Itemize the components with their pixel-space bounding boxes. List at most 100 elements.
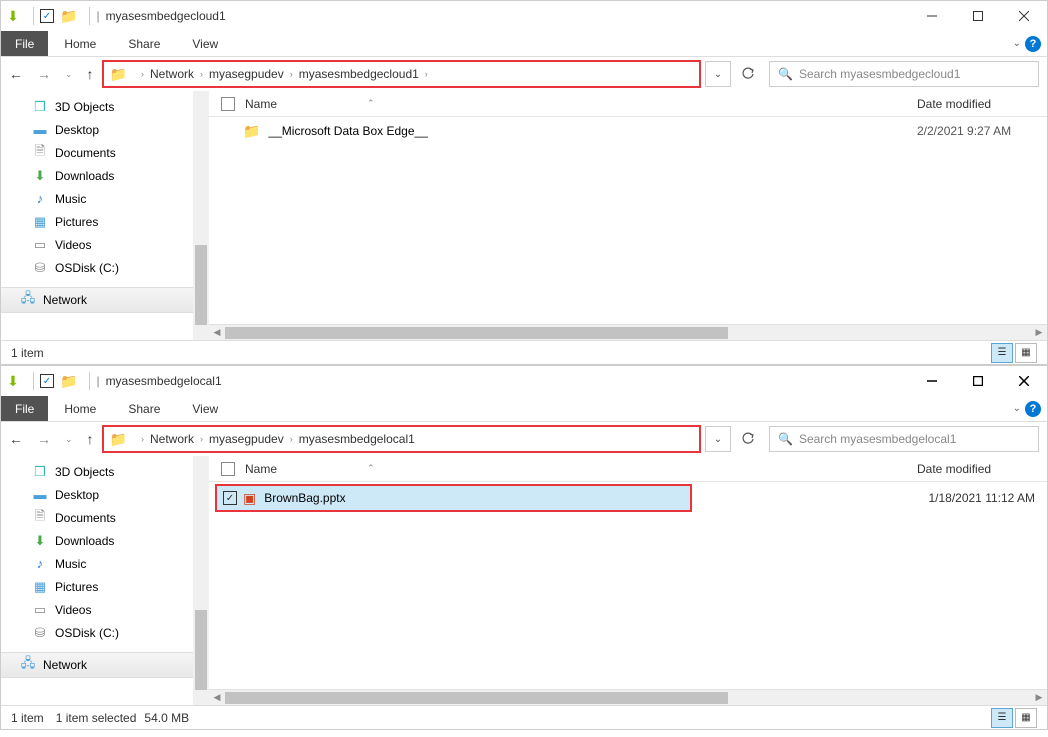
search-input[interactable]: 🔍 Search myasesmbedgecloud1 (769, 61, 1039, 87)
navpane-item-music[interactable]: ♪Music (1, 187, 209, 210)
up-button[interactable]: ↑ (87, 431, 94, 447)
breadcrumb-item[interactable]: myasesmbedgelocal1 (299, 432, 415, 446)
sort-indicator-icon: ⌃ (367, 463, 375, 474)
details-view-button[interactable]: ☰ (991, 343, 1013, 363)
navpane-item-documents[interactable]: 🗎Documents (1, 506, 209, 529)
maximize-button[interactable] (955, 366, 1001, 396)
close-button[interactable] (1001, 1, 1047, 31)
address-dropdown[interactable]: ⌄ (706, 63, 730, 85)
folder-icon: 📁 (60, 373, 77, 390)
scrollbar-horizontal[interactable]: ◀▶ (209, 689, 1047, 705)
refresh-button[interactable] (733, 426, 763, 452)
chevron-right-icon: › (290, 69, 293, 79)
large-icons-view-button[interactable]: ▦ (1015, 708, 1037, 728)
forward-button[interactable]: → (37, 431, 51, 447)
select-all-checkbox[interactable] (221, 97, 235, 111)
column-name[interactable]: Name (245, 462, 277, 476)
tab-share[interactable]: Share (112, 396, 176, 421)
tab-view[interactable]: View (176, 31, 234, 56)
minimize-button[interactable] (909, 1, 955, 31)
nav-bar: ← → ⌄ ↑ 📁 › Network › myasegpudev › myas… (1, 57, 1047, 91)
tab-home[interactable]: Home (48, 396, 112, 421)
navpane-item-downloads[interactable]: ⬇Downloads (1, 529, 209, 552)
back-button[interactable]: ← (9, 66, 23, 82)
tab-file[interactable]: File (1, 396, 48, 421)
navpane-item-videos[interactable]: ▭Videos (1, 598, 209, 621)
expand-ribbon-icon[interactable]: ⌄ (1013, 403, 1021, 414)
navigation-pane: ❒3D Objects ▬Desktop 🗎Documents ⬇Downloa… (1, 456, 209, 705)
breadcrumb-item[interactable]: Network (150, 67, 194, 81)
tab-file[interactable]: File (1, 31, 48, 56)
navpane-item-osdisk[interactable]: ⛁OSDisk (C:) (1, 256, 209, 279)
breadcrumb-item[interactable]: myasegpudev (209, 67, 284, 81)
maximize-button[interactable] (955, 1, 1001, 31)
music-icon: ♪ (31, 191, 49, 206)
breadcrumb-item[interactable]: myasegpudev (209, 432, 284, 446)
file-date: 2/2/2021 9:27 AM (917, 124, 1047, 138)
column-name[interactable]: Name (245, 97, 277, 111)
search-placeholder: Search myasesmbedgecloud1 (799, 67, 960, 81)
address-bar[interactable]: 📁 › Network › myasegpudev › myasesmbedge… (102, 60, 701, 88)
qat-checkbox[interactable]: ✓ (40, 9, 54, 23)
navpane-item-3d-objects[interactable]: ❒3D Objects (1, 95, 209, 118)
select-all-checkbox[interactable] (221, 462, 235, 476)
file-row-selected[interactable]: ✓ ▣ BrownBag.pptx (215, 484, 692, 512)
scrollbar-vertical[interactable] (193, 91, 209, 340)
scrollbar-horizontal[interactable]: ◀▶ (209, 324, 1047, 340)
search-icon: 🔍 (778, 432, 793, 446)
file-checkbox[interactable]: ✓ (223, 491, 237, 505)
navpane-item-desktop[interactable]: ▬Desktop (1, 118, 209, 141)
title-divider: | (96, 9, 99, 23)
folder-icon: 📁 (243, 123, 260, 140)
minimize-button[interactable] (909, 366, 955, 396)
forward-button[interactable]: → (37, 66, 51, 82)
navpane-item-pictures[interactable]: ▦Pictures (1, 575, 209, 598)
details-view-button[interactable]: ☰ (991, 708, 1013, 728)
navpane-item-pictures[interactable]: ▦Pictures (1, 210, 209, 233)
address-bar[interactable]: 📁 › Network › myasegpudev › myasesmbedge… (102, 425, 701, 453)
folder-icon: 📁 (110, 66, 127, 83)
qat-checkbox[interactable]: ✓ (40, 374, 54, 388)
navpane-item-network[interactable]: 🖧Network (1, 287, 209, 313)
breadcrumb-item[interactable]: Network (150, 432, 194, 446)
refresh-button[interactable] (733, 61, 763, 87)
navpane-item-3d-objects[interactable]: ❒3D Objects (1, 460, 209, 483)
tab-home[interactable]: Home (48, 31, 112, 56)
recent-dropdown-icon[interactable]: ⌄ (65, 434, 73, 445)
desktop-icon: ▬ (31, 487, 49, 502)
chevron-right-icon: › (200, 69, 203, 79)
search-input[interactable]: 🔍 Search myasesmbedgelocal1 (769, 426, 1039, 452)
documents-icon: 🗎 (31, 142, 49, 164)
tab-view[interactable]: View (176, 396, 234, 421)
expand-ribbon-icon[interactable]: ⌄ (1013, 38, 1021, 49)
chevron-right-icon: › (290, 434, 293, 444)
breadcrumb-item[interactable]: myasesmbedgecloud1 (299, 67, 419, 81)
scrollbar-vertical[interactable] (193, 456, 209, 705)
navpane-item-music[interactable]: ♪Music (1, 552, 209, 575)
3d-objects-icon: ❒ (31, 464, 49, 480)
file-row[interactable]: 📁 __Microsoft Data Box Edge__ 2/2/2021 9… (209, 117, 1047, 145)
titlebar: ⬇ ✓ 📁 | myasesmbedgelocal1 (1, 366, 1047, 396)
recent-dropdown-icon[interactable]: ⌄ (65, 69, 73, 80)
navpane-item-downloads[interactable]: ⬇Downloads (1, 164, 209, 187)
column-date[interactable]: Date modified (917, 97, 1047, 111)
navigation-pane: ❒3D Objects ▬Desktop 🗎Documents ⬇Downloa… (1, 91, 209, 340)
help-icon[interactable]: ? (1025, 36, 1041, 52)
chevron-right-icon: › (141, 69, 144, 79)
music-icon: ♪ (31, 556, 49, 571)
column-date[interactable]: Date modified (917, 462, 1047, 476)
navpane-item-network[interactable]: 🖧Network (1, 652, 209, 678)
back-button[interactable]: ← (9, 431, 23, 447)
pictures-icon: ▦ (31, 579, 49, 595)
close-button[interactable] (1001, 366, 1047, 396)
large-icons-view-button[interactable]: ▦ (1015, 343, 1037, 363)
separator (33, 7, 34, 25)
up-button[interactable]: ↑ (87, 66, 94, 82)
tab-share[interactable]: Share (112, 31, 176, 56)
address-dropdown[interactable]: ⌄ (706, 428, 730, 450)
help-icon[interactable]: ? (1025, 401, 1041, 417)
navpane-item-documents[interactable]: 🗎Documents (1, 141, 209, 164)
navpane-item-desktop[interactable]: ▬Desktop (1, 483, 209, 506)
navpane-item-videos[interactable]: ▭Videos (1, 233, 209, 256)
navpane-item-osdisk[interactable]: ⛁OSDisk (C:) (1, 621, 209, 644)
